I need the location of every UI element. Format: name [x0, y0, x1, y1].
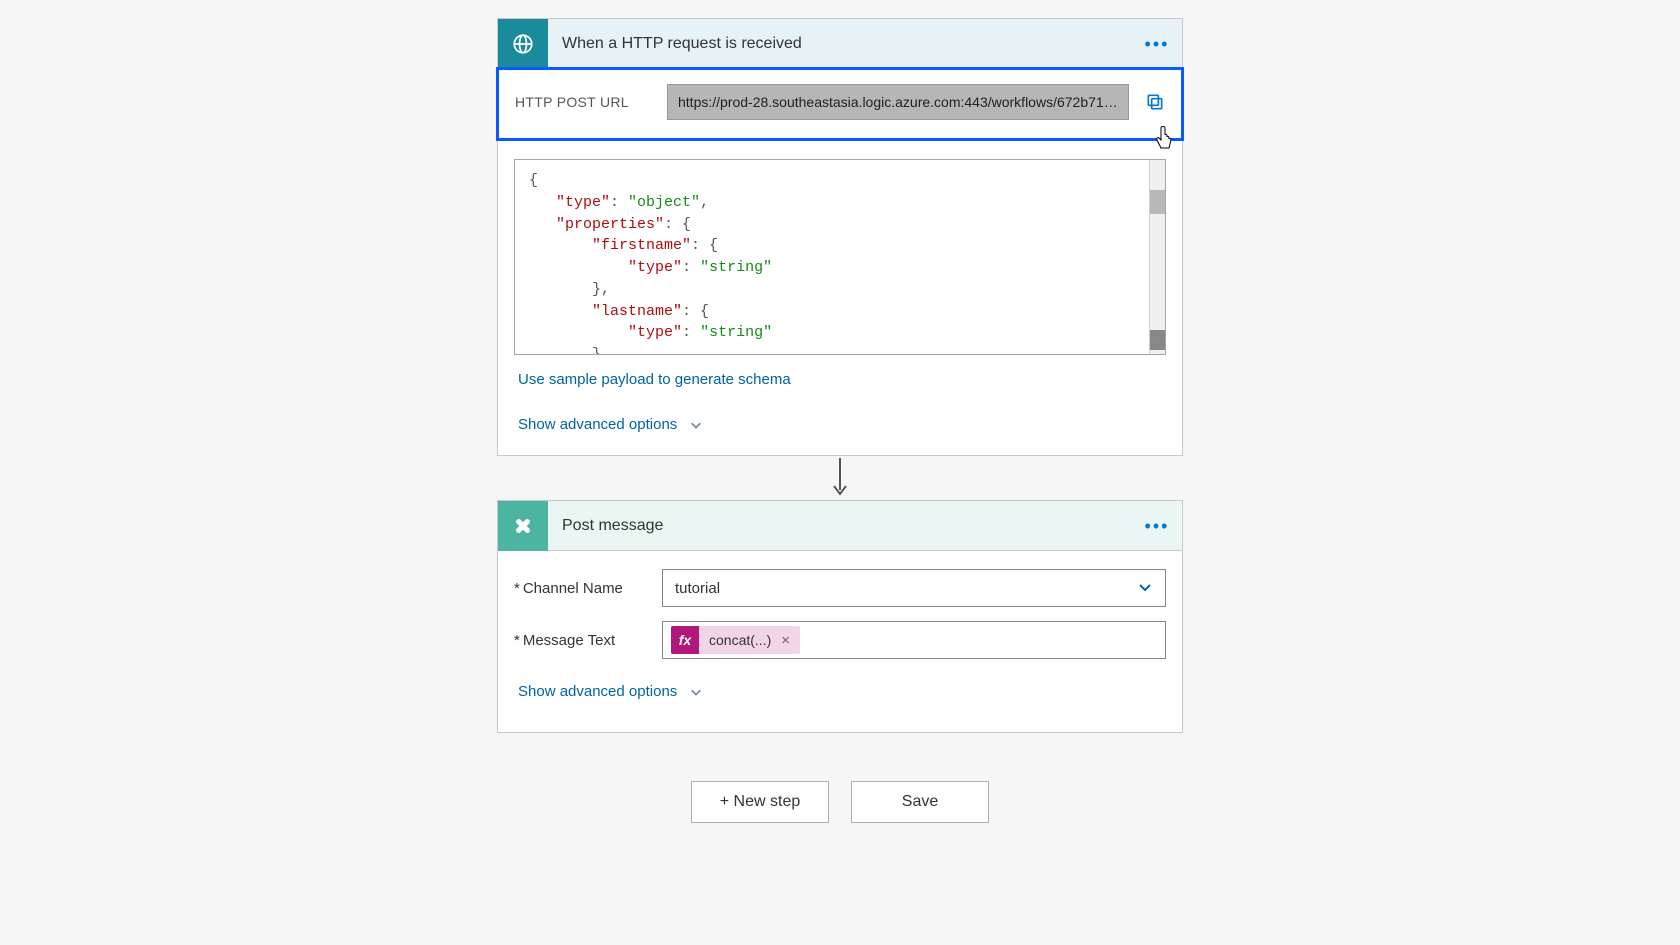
flow-arrow-icon — [497, 456, 1183, 500]
ellipsis-icon: ••• — [1145, 35, 1170, 53]
http-request-icon — [498, 19, 548, 69]
advanced-toggle-label: Show advanced options — [518, 683, 677, 700]
schema-scrollbar[interactable] — [1149, 160, 1165, 354]
message-text-row: *Message Text fx concat(...) × — [514, 621, 1166, 659]
schema-editor[interactable]: { "type": "object", "properties": { "fir… — [514, 159, 1166, 355]
channel-name-select[interactable]: tutorial — [662, 569, 1166, 607]
channel-name-value: tutorial — [675, 580, 720, 597]
post-message-header[interactable]: Post message ••• — [498, 501, 1182, 551]
chevron-down-icon — [689, 418, 703, 432]
http-post-url-row: HTTP POST URL — [496, 67, 1184, 141]
action-title: Post message — [548, 517, 1140, 535]
http-trigger-header[interactable]: When a HTTP request is received ••• — [498, 19, 1182, 69]
fx-icon: fx — [671, 626, 699, 654]
expression-label: concat(...) — [699, 632, 779, 648]
trigger-menu-button[interactable]: ••• — [1140, 29, 1174, 59]
message-text-label: *Message Text — [514, 632, 662, 649]
http-post-url-label: HTTP POST URL — [515, 94, 655, 110]
trigger-title: When a HTTP request is received — [548, 35, 1140, 53]
copy-icon — [1145, 92, 1165, 112]
expression-token[interactable]: fx concat(...) × — [671, 626, 800, 654]
http-post-url-input[interactable] — [667, 84, 1129, 120]
action-menu-button[interactable]: ••• — [1140, 511, 1174, 541]
http-trigger-card: When a HTTP request is received ••• HTTP… — [497, 18, 1183, 456]
channel-name-label: *Channel Name — [514, 580, 662, 597]
use-sample-payload-link[interactable]: Use sample payload to generate schema — [518, 371, 791, 388]
message-text-input[interactable]: fx concat(...) × — [662, 621, 1166, 659]
channel-name-row: *Channel Name tutorial — [514, 569, 1166, 607]
schema-text[interactable]: { "type": "object", "properties": { "fir… — [515, 160, 1149, 354]
slack-icon — [498, 501, 548, 551]
advanced-toggle-label: Show advanced options — [518, 416, 677, 433]
new-step-button[interactable]: + New step — [691, 781, 829, 823]
post-message-card: Post message ••• *Channel Name tutorial — [497, 500, 1183, 733]
chevron-down-icon — [1137, 579, 1153, 598]
cursor-hand-icon — [1151, 126, 1175, 157]
copy-url-button[interactable] — [1141, 88, 1169, 116]
remove-token-button[interactable]: × — [779, 632, 800, 649]
chevron-down-icon — [689, 685, 703, 699]
trigger-show-advanced[interactable]: Show advanced options — [498, 394, 1182, 455]
ellipsis-icon: ••• — [1145, 517, 1170, 535]
footer-actions: + New step Save — [497, 781, 1183, 823]
save-button[interactable]: Save — [851, 781, 989, 823]
action-show-advanced[interactable]: Show advanced options — [514, 673, 1166, 722]
